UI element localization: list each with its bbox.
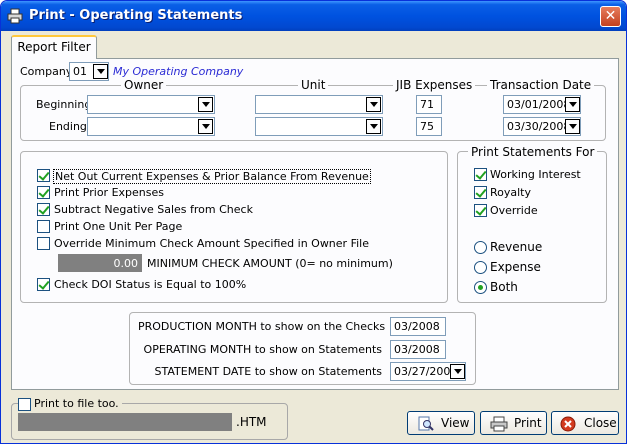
transaction-date-header: Transaction Date: [487, 78, 595, 92]
chevron-down-icon[interactable]: [198, 97, 213, 112]
option-checkbox-one-unit[interactable]: [37, 220, 50, 233]
window-close-button[interactable]: ✕: [600, 6, 621, 27]
label-revenue[interactable]: Revenue: [490, 240, 542, 254]
window-title: Print - Operating Statements: [29, 8, 243, 23]
print-button[interactable]: Print: [480, 411, 547, 435]
radio-both[interactable]: [474, 281, 487, 294]
radio-expense[interactable]: [474, 261, 487, 274]
operating-month-label: OPERATING MONTH to show on Statements: [143, 343, 382, 356]
chevron-down-icon[interactable]: [366, 97, 381, 112]
title-bar[interactable]: Print - Operating Statements ✕: [1, 1, 626, 31]
magnifier-icon: [418, 416, 434, 431]
chevron-down-icon[interactable]: [198, 119, 213, 134]
print-for-legend: Print Statements For: [468, 145, 598, 159]
print-to-file-label[interactable]: Print to file too.: [31, 397, 122, 410]
printer-icon: [7, 8, 23, 24]
company-name: My Operating Company: [113, 65, 244, 78]
label-both[interactable]: Both: [490, 280, 518, 294]
close-label: Close: [584, 416, 617, 430]
checkbox-royalty[interactable]: [474, 186, 487, 199]
radio-revenue[interactable]: [474, 241, 487, 254]
printer-icon: [490, 416, 508, 432]
chevron-down-icon[interactable]: [565, 119, 580, 134]
unit-ending-field[interactable]: [255, 117, 383, 136]
view-label: View: [441, 416, 470, 430]
option-checkbox-net-out[interactable]: [37, 169, 50, 182]
checkbox-working-interest[interactable]: [474, 168, 487, 181]
chevron-down-icon[interactable]: [93, 64, 108, 79]
statement-date-label: STATEMENT DATE to show on Statements: [154, 365, 382, 378]
production-month-label: PRODUCTION MONTH to show on the Checks: [138, 320, 386, 333]
ending-label: Ending: [49, 120, 87, 133]
print-dialog: Print - Operating Statements ✕ Report Fi…: [0, 0, 627, 444]
option-label-prior-expenses[interactable]: Print Prior Expenses: [54, 186, 164, 199]
unit-header: Unit: [298, 78, 329, 92]
option-label-one-unit[interactable]: Print One Unit Per Page: [54, 220, 182, 233]
option-checkbox-doi-status[interactable]: [37, 278, 50, 291]
owner-header: Owner: [121, 78, 167, 92]
option-label-net-out[interactable]: Net Out Current Expenses & Prior Balance…: [53, 169, 371, 184]
jib-header: JIB Expenses: [393, 78, 476, 92]
production-month-field[interactable]: 03/2008: [390, 317, 446, 336]
label-override[interactable]: Override: [490, 204, 538, 217]
min-check-amount-label: MINIMUM CHECK AMOUNT (0= no minimum): [147, 257, 393, 270]
file-path-field[interactable]: [18, 413, 232, 431]
option-label-doi-status[interactable]: Check DOI Status is Equal to 100%: [54, 278, 246, 291]
unit-beginning-field[interactable]: [255, 95, 383, 114]
min-check-amount-field[interactable]: 0.00: [58, 254, 142, 272]
print-label: Print: [514, 416, 542, 430]
file-extension-label: .HTM: [236, 415, 267, 429]
option-checkbox-prior-expenses[interactable]: [37, 186, 50, 199]
jib-beginning-field[interactable]: 71: [416, 95, 442, 114]
option-label-override-min[interactable]: Override Minimum Check Amount Specified …: [54, 237, 369, 250]
tab-label: Report Filter: [17, 40, 91, 54]
label-royalty[interactable]: Royalty: [490, 186, 531, 199]
chevron-down-icon[interactable]: [366, 119, 381, 134]
jib-ending-field[interactable]: 75: [416, 117, 442, 136]
view-button[interactable]: View: [407, 411, 475, 435]
tab-report-filter[interactable]: Report Filter: [11, 35, 97, 59]
owner-ending-field[interactable]: [87, 117, 215, 136]
option-checkbox-negative-sales[interactable]: [37, 203, 50, 216]
operating-month-field[interactable]: 03/2008: [390, 340, 446, 359]
option-label-negative-sales[interactable]: Subtract Negative Sales from Check: [54, 203, 253, 216]
checkbox-override[interactable]: [474, 204, 487, 217]
close-icon: [560, 416, 576, 432]
chevron-down-icon[interactable]: [565, 97, 580, 112]
company-code: 01: [73, 65, 87, 78]
label-expense[interactable]: Expense: [490, 260, 541, 274]
print-to-file-checkbox[interactable]: [18, 398, 31, 411]
option-checkbox-override-min[interactable]: [37, 237, 50, 250]
owner-beginning-field[interactable]: [87, 95, 215, 114]
label-working-interest[interactable]: Working Interest: [490, 168, 581, 181]
close-icon: ✕: [604, 8, 617, 24]
company-label: Company: [20, 65, 73, 78]
close-button[interactable]: Close: [551, 411, 619, 435]
chevron-down-icon[interactable]: [450, 364, 465, 379]
beginning-label: Beginning: [36, 98, 92, 111]
